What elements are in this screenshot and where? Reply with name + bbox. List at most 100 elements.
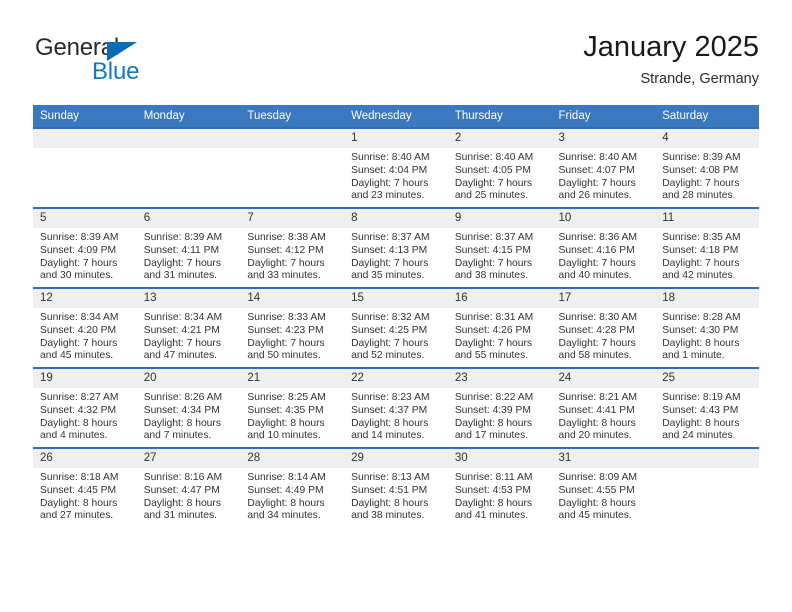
- day-details: Sunrise: 8:21 AM Sunset: 4:41 PM Daylight:…: [552, 388, 656, 443]
- daylight-duration-line2: and 23 minutes.: [351, 190, 425, 202]
- sunset-time: Sunset: 4:28 PM: [558, 324, 635, 336]
- calendar-day-cell[interactable]: 21 Sunrise: 8:25 AM Sunset: 4:35 PM Dayligh…: [240, 367, 345, 448]
- sunset-time: Sunset: 4:30 PM: [662, 324, 739, 336]
- daylight-duration-line1: Daylight: 7 hours: [558, 257, 636, 269]
- calendar-day-cell[interactable]: 11 Sunrise: 8:35 AM Sunset: 4:18 PM Dayligh…: [655, 207, 759, 288]
- calendar-day-cell[interactable]: 10 Sunrise: 8:36 AM Sunset: 4:16 PM Dayligh…: [551, 207, 656, 288]
- daylight-duration-line1: Daylight: 8 hours: [351, 417, 429, 429]
- sunrise-time: Sunrise: 8:40 AM: [454, 152, 534, 163]
- sunset-time: Sunset: 4:18 PM: [662, 244, 739, 256]
- calendar-day-cell[interactable]: 23 Sunrise: 8:22 AM Sunset: 4:39 PM Dayligh…: [447, 367, 552, 448]
- day-number: 9: [447, 209, 552, 228]
- daylight-duration-line1: Daylight: 8 hours: [351, 497, 429, 509]
- daylight-duration-line1: Daylight: 7 hours: [351, 257, 429, 269]
- day-number: 13: [136, 289, 241, 308]
- sunrise-time: Sunrise: 8:34 AM: [143, 312, 223, 323]
- calendar-day-cell[interactable]: 6 Sunrise: 8:39 AM Sunset: 4:11 PM Daylight…: [136, 207, 241, 288]
- sunrise-time: Sunrise: 8:18 AM: [40, 472, 119, 483]
- sunset-time: Sunset: 4:04 PM: [351, 164, 428, 176]
- daylight-duration-line1: Daylight: 8 hours: [143, 497, 221, 509]
- calendar-header-row: Sunday Monday Tuesday Wednesday Thursday…: [33, 105, 759, 128]
- sunrise-time: Sunrise: 8:40 AM: [351, 152, 430, 163]
- page-title: January 2025: [583, 31, 759, 63]
- calendar-day-cell[interactable]: 9 Sunrise: 8:37 AM Sunset: 4:15 PM Daylight…: [447, 207, 552, 288]
- daylight-duration-line2: and 17 minutes.: [454, 430, 529, 442]
- day-number: 12: [33, 289, 137, 308]
- daylight-duration-line1: Daylight: 7 hours: [351, 177, 429, 189]
- day-details: Sunrise: 8:19 AM Sunset: 4:43 PM Daylight:…: [655, 388, 759, 443]
- calendar-day-cell[interactable]: 15 Sunrise: 8:32 AM Sunset: 4:25 PM Dayligh…: [344, 287, 448, 368]
- day-details: Sunrise: 8:18 AM Sunset: 4:45 PM Daylight:…: [33, 468, 137, 523]
- day-number: [136, 129, 241, 148]
- sunset-time: Sunset: 4:47 PM: [143, 484, 220, 496]
- calendar-day-cell[interactable]: 4 Sunrise: 8:39 AM Sunset: 4:08 PM Daylight…: [655, 127, 759, 208]
- calendar-day-cell[interactable]: 31 Sunrise: 8:09 AM Sunset: 4:55 PM Dayligh…: [551, 447, 656, 527]
- day-number: 7: [240, 209, 345, 228]
- daylight-duration-line1: Daylight: 7 hours: [454, 337, 533, 349]
- day-number: [655, 449, 759, 468]
- daylight-duration-line2: and 42 minutes.: [662, 270, 736, 282]
- calendar-day-cell[interactable]: 19 Sunrise: 8:27 AM Sunset: 4:32 PM Dayligh…: [33, 367, 137, 448]
- day-details: Sunrise: 8:34 AM Sunset: 4:20 PM Daylight:…: [33, 308, 137, 363]
- calendar-day-cell[interactable]: 25 Sunrise: 8:19 AM Sunset: 4:43 PM Dayligh…: [655, 367, 759, 448]
- day-details: Sunrise: 8:16 AM Sunset: 4:47 PM Daylight:…: [137, 468, 241, 523]
- general-blue-logo[interactable]: General Blue: [35, 34, 235, 90]
- day-details: Sunrise: 8:39 AM Sunset: 4:09 PM Daylight:…: [33, 228, 137, 283]
- day-number: 16: [447, 289, 552, 308]
- daylight-duration-line2: and 25 minutes.: [454, 190, 529, 202]
- sunrise-time: Sunrise: 8:19 AM: [662, 392, 741, 403]
- daylight-duration-line2: and 33 minutes.: [247, 270, 321, 282]
- day-number: 3: [551, 129, 656, 148]
- calendar-day-cell[interactable]: 13 Sunrise: 8:34 AM Sunset: 4:21 PM Dayligh…: [136, 287, 241, 368]
- daylight-duration-line2: and 45 minutes.: [558, 510, 632, 522]
- calendar-day-cell[interactable]: 26 Sunrise: 8:18 AM Sunset: 4:45 PM Dayligh…: [33, 447, 137, 527]
- page-header: General Blue January 2025 Strande, Germa…: [33, 30, 759, 98]
- daylight-duration-line1: Daylight: 8 hours: [247, 417, 325, 429]
- calendar-week-row: 12 Sunrise: 8:34 AM Sunset: 4:20 PM Dayligh…: [33, 287, 759, 368]
- sunset-time: Sunset: 4:39 PM: [454, 404, 531, 416]
- day-details: Sunrise: 8:40 AM Sunset: 4:07 PM Daylight:…: [552, 148, 656, 203]
- calendar-day-cell[interactable]: 24 Sunrise: 8:21 AM Sunset: 4:41 PM Dayligh…: [551, 367, 656, 448]
- daylight-duration-line1: Daylight: 8 hours: [558, 417, 636, 429]
- weekday-header-monday: Monday: [136, 105, 241, 128]
- day-number: 27: [136, 449, 241, 468]
- daylight-duration-line2: and 38 minutes.: [351, 510, 425, 522]
- daylight-duration-line1: Daylight: 7 hours: [40, 257, 118, 269]
- calendar-day-cell-empty: [33, 127, 137, 208]
- calendar-day-cell[interactable]: 12 Sunrise: 8:34 AM Sunset: 4:20 PM Dayligh…: [33, 287, 137, 368]
- calendar-day-cell[interactable]: 29 Sunrise: 8:13 AM Sunset: 4:51 PM Dayligh…: [344, 447, 448, 527]
- day-number: 15: [344, 289, 448, 308]
- calendar-day-cell[interactable]: 16 Sunrise: 8:31 AM Sunset: 4:26 PM Dayligh…: [447, 287, 552, 368]
- calendar-day-cell[interactable]: 22 Sunrise: 8:23 AM Sunset: 4:37 PM Dayligh…: [344, 367, 448, 448]
- sunset-time: Sunset: 4:37 PM: [351, 404, 428, 416]
- calendar-day-cell[interactable]: 5 Sunrise: 8:39 AM Sunset: 4:09 PM Daylight…: [33, 207, 137, 288]
- calendar-day-cell[interactable]: 8 Sunrise: 8:37 AM Sunset: 4:13 PM Daylight…: [344, 207, 448, 288]
- calendar-day-cell[interactable]: 30 Sunrise: 8:11 AM Sunset: 4:53 PM Dayligh…: [447, 447, 552, 527]
- daylight-duration-line1: Daylight: 8 hours: [558, 497, 636, 509]
- daylight-duration-line2: and 35 minutes.: [351, 270, 425, 282]
- calendar-day-cell[interactable]: 28 Sunrise: 8:14 AM Sunset: 4:49 PM Dayligh…: [240, 447, 345, 527]
- daylight-duration-line1: Daylight: 7 hours: [247, 257, 325, 269]
- calendar-day-cell[interactable]: 17 Sunrise: 8:30 AM Sunset: 4:28 PM Dayligh…: [551, 287, 656, 368]
- daylight-duration-line2: and 34 minutes.: [247, 510, 321, 522]
- sunrise-time: Sunrise: 8:37 AM: [454, 232, 534, 243]
- calendar-day-cell[interactable]: 7 Sunrise: 8:38 AM Sunset: 4:12 PM Daylight…: [240, 207, 345, 288]
- sunrise-time: Sunrise: 8:35 AM: [662, 232, 741, 243]
- sunrise-time: Sunrise: 8:14 AM: [247, 472, 326, 483]
- daylight-duration-line2: and 27 minutes.: [40, 510, 114, 522]
- sunset-time: Sunset: 4:51 PM: [351, 484, 428, 496]
- day-details: Sunrise: 8:11 AM Sunset: 4:53 PM Daylight:…: [448, 468, 552, 523]
- sunset-time: Sunset: 4:35 PM: [247, 404, 324, 416]
- daylight-duration-line1: Daylight: 8 hours: [454, 497, 533, 509]
- daylight-duration-line1: Daylight: 8 hours: [40, 497, 118, 509]
- weekday-header-row: Sunday Monday Tuesday Wednesday Thursday…: [33, 105, 759, 128]
- calendar-day-cell[interactable]: 2 Sunrise: 8:40 AM Sunset: 4:05 PM Daylight…: [447, 127, 552, 208]
- calendar-day-cell[interactable]: 3 Sunrise: 8:40 AM Sunset: 4:07 PM Daylight…: [551, 127, 656, 208]
- calendar-day-cell[interactable]: 20 Sunrise: 8:26 AM Sunset: 4:34 PM Dayligh…: [136, 367, 241, 448]
- sunset-time: Sunset: 4:53 PM: [454, 484, 531, 496]
- daylight-duration-line1: Daylight: 7 hours: [143, 337, 221, 349]
- calendar-day-cell[interactable]: 1 Sunrise: 8:40 AM Sunset: 4:04 PM Daylight…: [344, 127, 448, 208]
- calendar-day-cell[interactable]: 18 Sunrise: 8:28 AM Sunset: 4:30 PM Dayligh…: [655, 287, 759, 368]
- calendar-day-cell[interactable]: 27 Sunrise: 8:16 AM Sunset: 4:47 PM Dayligh…: [136, 447, 241, 527]
- calendar-day-cell[interactable]: 14 Sunrise: 8:33 AM Sunset: 4:23 PM Dayligh…: [240, 287, 345, 368]
